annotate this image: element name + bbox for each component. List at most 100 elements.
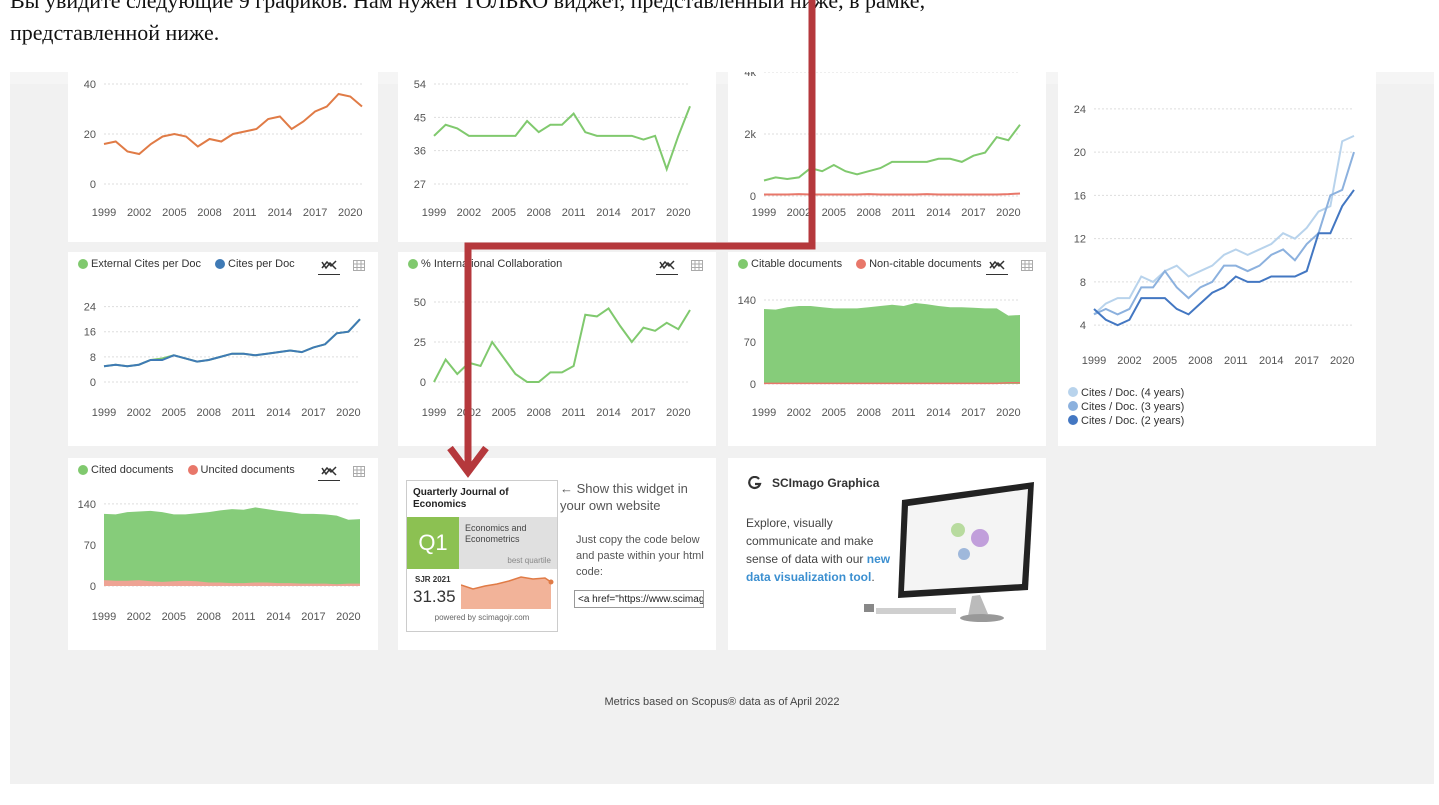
y-tick-label: 36 — [414, 146, 426, 158]
line-series — [103, 92, 363, 156]
widget-promo-title: ← Show this widget in your own website — [560, 481, 688, 513]
doc-line-2: представленной ниже. — [10, 20, 220, 45]
legend-label: Cites / Doc. (4 years) — [1081, 387, 1185, 399]
sjr-widget[interactable]: Quarterly Journal of Economics Q1 Econom… — [406, 480, 558, 632]
chart-tools — [318, 256, 370, 275]
y-tick-label: 12 — [1074, 234, 1086, 246]
graphica-card[interactable]: SCImago Graphica Explore, visually commu… — [728, 458, 1046, 650]
line-series — [764, 382, 1020, 385]
best-quartile-label: best quartile — [507, 556, 551, 565]
x-tick-label: 2017 — [301, 611, 325, 623]
legend-item[interactable]: Cites / Doc. (3 years) — [1068, 400, 1184, 414]
y-tick-label: 4 — [1080, 320, 1086, 332]
x-tick-label: 2005 — [822, 407, 846, 419]
graphica-logo-icon — [748, 476, 762, 490]
legend-item[interactable]: External Cites per Doc — [78, 258, 201, 270]
legend-item[interactable]: Cites / Doc. (4 years) — [1068, 386, 1184, 400]
legend-dot — [408, 259, 418, 269]
legend-item[interactable]: Non-citable documents — [856, 258, 982, 270]
x-tick-label: 2014 — [596, 407, 620, 419]
x-tick-label: 2002 — [127, 611, 151, 623]
x-tick-label: 2005 — [822, 207, 846, 219]
x-tick-label: 2014 — [266, 407, 290, 419]
legend-label: Cites per Doc — [228, 258, 295, 270]
category-name: Economics and Econometrics — [465, 523, 527, 544]
y-tick-label: 45 — [414, 112, 426, 124]
y-tick-label: 20 — [1074, 147, 1086, 159]
x-tick-label: 1999 — [1082, 355, 1106, 367]
sjr-label: SJR 2021 — [415, 575, 451, 584]
y-tick-label: 0 — [90, 581, 96, 593]
legend-dot — [187, 465, 198, 475]
line-series — [103, 318, 361, 368]
line-chart-icon[interactable] — [318, 256, 340, 275]
powered-by: powered by scimagojr.com — [434, 613, 530, 622]
x-tick-label: 2008 — [856, 407, 880, 419]
legend-dot — [78, 465, 88, 475]
right-legend: Cites / Doc. (4 years) Cites / Doc. (3 y… — [1068, 386, 1184, 428]
legend-label: Cites / Doc. (2 years) — [1081, 415, 1185, 427]
x-tick-label: 2020 — [996, 207, 1020, 219]
x-tick-label: 2002 — [1117, 355, 1141, 367]
embed-code-field[interactable]: <a href="https://www.scimag — [574, 590, 704, 608]
y-tick-label: 25 — [414, 337, 426, 349]
footer-text: Metrics based on Scopus® data as of Apri… — [604, 696, 840, 708]
x-tick-label: 2005 — [162, 207, 186, 219]
legend-item[interactable]: Cites / Doc. (2 years) — [1068, 414, 1184, 428]
legend-dot — [856, 259, 867, 269]
quartile-badge: Q1 — [407, 517, 459, 569]
x-tick-label: 2017 — [961, 407, 985, 419]
table-icon[interactable] — [1016, 257, 1038, 275]
line-series — [433, 306, 691, 383]
legend-item[interactable]: % International Collaboration — [408, 258, 562, 270]
widget-journal-title: Quarterly Journal of Economics — [413, 487, 509, 510]
y-tick-label: 0 — [90, 179, 96, 191]
line-series — [103, 318, 361, 368]
legend-item[interactable]: Cites per Doc — [215, 258, 295, 270]
chart-card-intl-collab: % International Collaboration 50 25 0 1999 2… — [398, 252, 716, 446]
legend-item[interactable]: Uncited documents — [187, 464, 295, 476]
x-tick-label: 2011 — [562, 207, 586, 219]
x-tick-label: 1999 — [422, 207, 446, 219]
line-series — [433, 105, 691, 173]
x-tick-label: 2011 — [232, 407, 256, 419]
legend-label: Cites / Doc. (3 years) — [1081, 401, 1185, 413]
y-tick-label: 16 — [1074, 190, 1086, 202]
legend-item[interactable]: Citable documents — [738, 258, 842, 270]
chart-legend: Citable documents Non-citable documents — [738, 258, 990, 270]
x-tick-label: 2002 — [457, 207, 481, 219]
table-icon[interactable] — [348, 257, 370, 275]
x-tick-label: 1999 — [752, 407, 776, 419]
screenshot-area: 40 20 0 1999 2002 2005 2008 2011 2014 2017 2020 54… — [10, 72, 1434, 784]
table-icon[interactable] — [686, 257, 708, 275]
y-tick-label: 40 — [84, 79, 96, 91]
table-icon[interactable] — [348, 463, 370, 481]
x-tick-label: 2005 — [1153, 355, 1177, 367]
x-tick-label: 2011 — [1224, 355, 1248, 367]
computer-monitor-image — [864, 482, 1034, 622]
x-tick-label: 2008 — [197, 207, 221, 219]
legend-item[interactable]: Cited documents — [78, 464, 174, 476]
x-tick-label: 2017 — [303, 207, 327, 219]
chart-top-3: 4k 2k 0 1999 2002 2005 2008 2011 2014 2017 2020 — [744, 72, 1021, 219]
x-tick-label: 2011 — [233, 207, 257, 219]
x-tick-label: 2002 — [457, 407, 481, 419]
chart-citable-docs: 140 70 0 1999 2002 2005 2008 2011 2014 2017 2020 — [738, 295, 1021, 419]
line-chart-icon[interactable] — [656, 256, 678, 275]
legend-dot — [1068, 401, 1078, 411]
line-chart-icon[interactable] — [318, 462, 340, 481]
y-tick-label: 0 — [750, 379, 756, 391]
chart-card-top-2: 54 45 36 27 1999 2002 2005 2008 2011 2014 2017 2020 — [398, 72, 716, 242]
line-chart-icon[interactable] — [986, 256, 1008, 275]
y-tick-label: 24 — [1074, 104, 1086, 116]
x-tick-label: 2005 — [492, 407, 516, 419]
y-tick-label: 8 — [1080, 277, 1086, 289]
x-tick-label: 2020 — [666, 407, 690, 419]
x-tick-label: 2008 — [526, 207, 550, 219]
x-tick-label: 2008 — [196, 611, 220, 623]
x-tick-label: 2008 — [1188, 355, 1212, 367]
x-tick-label: 2011 — [562, 407, 586, 419]
y-tick-label: 54 — [414, 79, 426, 91]
y-tick-label: 16 — [84, 327, 96, 339]
y-tick-label: 140 — [738, 295, 756, 307]
